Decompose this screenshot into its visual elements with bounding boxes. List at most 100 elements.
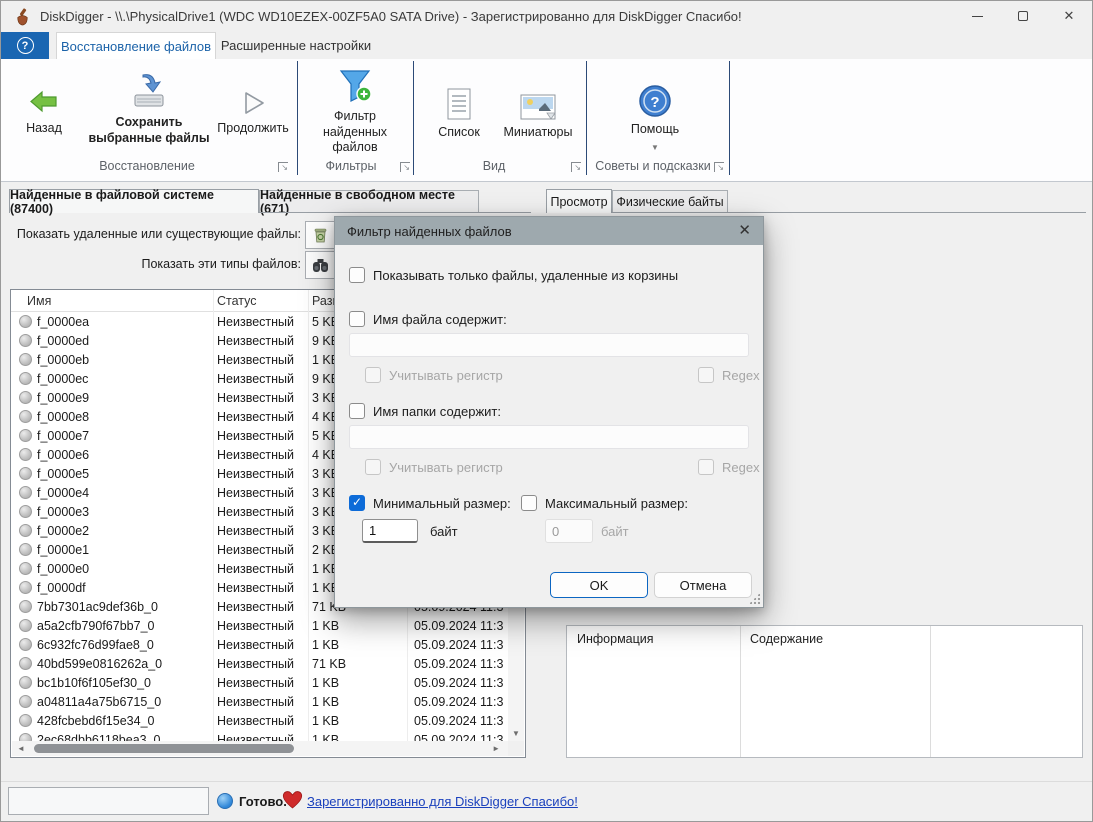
cell-name: f_0000ed: [37, 334, 89, 348]
recycle-only-checkbox[interactable]: [349, 267, 365, 283]
table-row[interactable]: a5a2cfb790f67bb7_0 Неизвестный 1 KB 05.0…: [11, 617, 508, 636]
unknown-file-icon: [19, 315, 32, 328]
title-bar: DiskDigger - \\.\PhysicalDrive1 (WDC WD1…: [1, 1, 1092, 31]
scroll-down-icon[interactable]: ▼: [508, 729, 524, 738]
help-button[interactable]: ? Помощь ▼: [607, 59, 703, 153]
dialog-launcher-icon[interactable]: ↘: [714, 162, 724, 172]
table-row[interactable]: 428fcbebd6f15e34_0 Неизвестный 1 KB 05.0…: [11, 712, 508, 731]
column-header-name[interactable]: Имя: [27, 294, 51, 308]
heart-icon: [282, 790, 303, 809]
horizontal-scrollbar[interactable]: ◄ ►: [12, 741, 508, 756]
cell-status: Неизвестный: [217, 372, 294, 386]
cell-status: Неизвестный: [217, 448, 294, 462]
recycle-only-label: Показывать только файлы, удаленные из ко…: [373, 268, 678, 283]
registered-link[interactable]: Зарегистрированно для DiskDigger Спасибо…: [307, 794, 578, 809]
resume-button[interactable]: Продолжить: [215, 59, 291, 137]
cell-name: f_0000ec: [37, 372, 88, 386]
svg-text:?: ?: [650, 94, 659, 111]
cell-name: f_0000e4: [37, 486, 89, 500]
column-header-information[interactable]: Информация: [577, 632, 654, 646]
back-button[interactable]: Назад: [13, 59, 75, 137]
unknown-file-icon: [19, 695, 32, 708]
help-circle-icon: ?: [17, 37, 34, 54]
maximize-button[interactable]: [1000, 1, 1046, 31]
unknown-file-icon: [19, 676, 32, 689]
dialog-launcher-icon[interactable]: ↘: [400, 162, 410, 172]
min-size-label: Минимальный размер:: [373, 496, 511, 511]
group-label-filters: Фильтры: [303, 159, 399, 173]
tab-physical-bytes[interactable]: Физические байты: [612, 190, 728, 213]
tab-found-in-filesystem[interactable]: Найденные в файловой системе (87400): [9, 189, 259, 213]
unknown-file-icon: [19, 619, 32, 632]
cell-name: 428fcbebd6f15e34_0: [37, 714, 154, 728]
cell-name: f_0000e5: [37, 467, 89, 481]
filename-regex-label: Regex: [722, 368, 760, 383]
thumbnails-view-button[interactable]: Миниатюры: [497, 59, 579, 141]
cell-status: Неизвестный: [217, 562, 294, 576]
foldername-contains-input[interactable]: [349, 425, 749, 449]
close-button[interactable]: ✕: [1046, 1, 1092, 31]
cell-name: f_0000ea: [37, 315, 89, 329]
cell-status: Неизвестный: [217, 334, 294, 348]
ribbon-help-button[interactable]: ?: [1, 32, 49, 59]
filename-contains-input[interactable]: [349, 333, 749, 357]
max-size-checkbox[interactable]: [521, 495, 537, 511]
group-label-recovery: Восстановление: [13, 159, 281, 173]
cell-status: Неизвестный: [217, 600, 294, 614]
ok-button[interactable]: OK: [550, 572, 648, 598]
table-row[interactable]: bc1b10f6f105ef30_0 Неизвестный 1 KB 05.0…: [11, 674, 508, 693]
filter-dialog: Фильтр найденных файлов ✕ Показывать тол…: [334, 216, 764, 608]
show-types-label: Показать эти типы файлов:: [9, 257, 301, 271]
min-size-checkbox[interactable]: [349, 495, 365, 511]
dialog-title-bar[interactable]: Фильтр найденных файлов: [335, 217, 763, 245]
foldername-case-checkbox[interactable]: [365, 459, 381, 475]
table-row[interactable]: a04811a4a75b6715_0 Неизвестный 1 KB 05.0…: [11, 693, 508, 712]
filename-regex-checkbox[interactable]: [698, 367, 714, 383]
tab-preview[interactable]: Просмотр: [546, 189, 612, 213]
progress-box: [8, 787, 209, 815]
dialog-launcher-icon[interactable]: ↘: [278, 162, 288, 172]
min-size-input[interactable]: [362, 519, 418, 543]
save-selected-files-button[interactable]: Сохранить выбранные файлы: [83, 59, 215, 146]
scroll-left-icon[interactable]: ◄: [17, 744, 25, 753]
foldername-regex-label: Regex: [722, 460, 760, 475]
filter-found-files-button[interactable]: Фильтр найденных файлов: [301, 59, 409, 156]
cell-size: 1 KB: [312, 638, 339, 652]
horizontal-scroll-thumb[interactable]: [34, 744, 294, 753]
list-view-button[interactable]: Список: [427, 59, 491, 141]
table-row[interactable]: 2ec68dbb6118bea3_0 Неизвестный 1 KB 05.0…: [11, 731, 508, 741]
unknown-file-icon: [19, 543, 32, 556]
foldername-regex-checkbox[interactable]: [698, 459, 714, 475]
max-size-input[interactable]: [545, 519, 593, 543]
cell-name: f_0000df: [37, 581, 86, 595]
cell-name: a5a2cfb790f67bb7_0: [37, 619, 154, 633]
cell-name: f_0000e9: [37, 391, 89, 405]
cell-size: 1 KB: [312, 695, 339, 709]
help-question-icon: ?: [637, 81, 673, 119]
foldername-contains-label: Имя папки содержит:: [373, 404, 501, 419]
unknown-file-icon: [19, 334, 32, 347]
tab-advanced-settings[interactable]: Расширенные настройки: [218, 32, 374, 59]
scroll-right-icon[interactable]: ►: [492, 744, 500, 753]
filename-case-checkbox[interactable]: [365, 367, 381, 383]
scrollbar-corner: [508, 741, 524, 756]
column-header-content[interactable]: Содержание: [750, 632, 823, 646]
cell-name: f_0000e0: [37, 562, 89, 576]
cell-name: bc1b10f6f105ef30_0: [37, 676, 151, 690]
foldername-contains-checkbox[interactable]: [349, 403, 365, 419]
table-row[interactable]: 6c932fc76d99fae8_0 Неизвестный 1 KB 05.0…: [11, 636, 508, 655]
cancel-button[interactable]: Отмена: [654, 572, 752, 598]
unknown-file-icon: [19, 448, 32, 461]
tab-found-in-freespace[interactable]: Найденные в свободном месте (671): [259, 190, 479, 213]
unknown-file-icon: [19, 524, 32, 537]
dialog-close-icon[interactable]: ✕: [738, 221, 751, 239]
dialog-launcher-icon[interactable]: ↘: [571, 162, 581, 172]
minimize-button[interactable]: [954, 1, 1000, 31]
filename-contains-checkbox[interactable]: [349, 311, 365, 327]
cell-status: Неизвестный: [217, 638, 294, 652]
table-row[interactable]: 40bd599e0816262a_0 Неизвестный 71 KB 05.…: [11, 655, 508, 674]
group-label-view: Вид: [419, 159, 569, 173]
tab-file-recovery[interactable]: Восстановление файлов: [56, 32, 216, 59]
cell-status: Неизвестный: [217, 505, 294, 519]
column-header-status[interactable]: Статус: [217, 294, 257, 308]
